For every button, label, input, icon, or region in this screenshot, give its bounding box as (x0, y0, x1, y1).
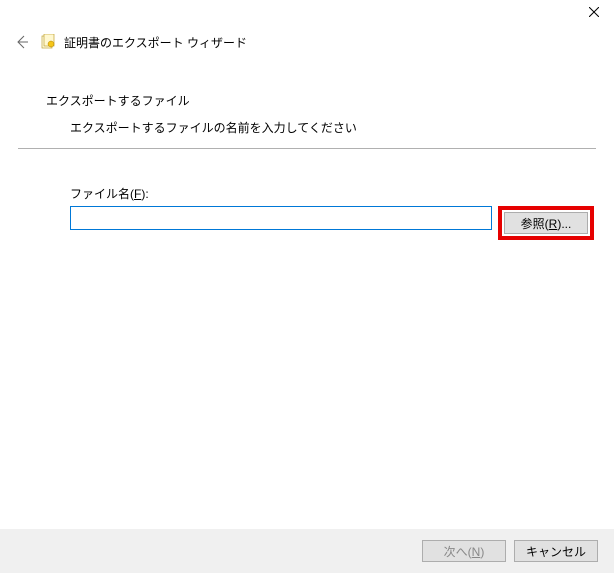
cancel-button[interactable]: キャンセル (514, 540, 598, 562)
footer: 次へ(N) キャンセル (0, 529, 614, 573)
section-title: エクスポートするファイル (46, 92, 594, 109)
filename-label: ファイル名(F): (70, 185, 594, 202)
back-arrow-icon (14, 34, 30, 50)
close-button[interactable] (574, 0, 614, 24)
browse-highlight: 参照(R)... (498, 206, 594, 240)
wizard-icon (40, 34, 56, 50)
browse-button[interactable]: 参照(R)... (504, 212, 588, 234)
close-icon (589, 7, 599, 17)
divider (18, 148, 596, 149)
filename-input[interactable] (70, 206, 492, 230)
next-button[interactable]: 次へ(N) (422, 540, 506, 562)
back-button[interactable] (12, 32, 32, 52)
section-subtitle: エクスポートするファイルの名前を入力してください (70, 119, 594, 136)
wizard-title: 証明書のエクスポート ウィザード (64, 34, 247, 51)
